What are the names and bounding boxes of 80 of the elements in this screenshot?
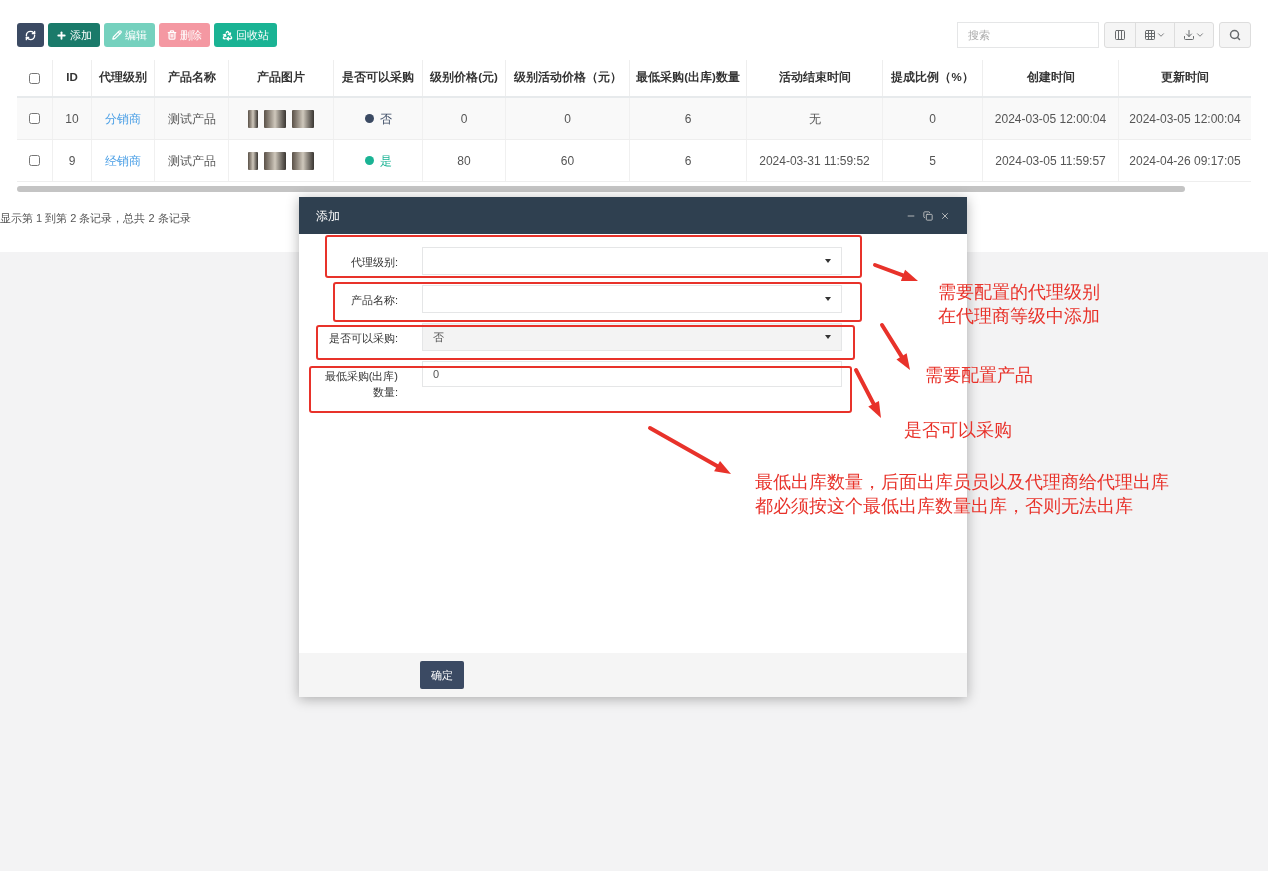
maximize-icon[interactable]: [923, 210, 933, 221]
search-icon: [1229, 29, 1241, 41]
column-header: 最低采购(出库)数量: [636, 69, 740, 86]
field-label: 最低采购(出库)数量:: [323, 369, 398, 400]
column-header: ID: [66, 70, 78, 86]
column-header: 代理级别: [99, 70, 147, 86]
search-button[interactable]: [1219, 22, 1251, 48]
table-cell-text: 5: [929, 152, 936, 170]
recycle-button[interactable]: 回收站: [214, 23, 277, 47]
table-cell-text: 2024-03-05 12:00:04: [1129, 110, 1241, 128]
arrow: [880, 323, 910, 370]
table-cell-text: 0: [564, 110, 571, 128]
column-header: 产品名称: [167, 69, 216, 86]
photo-placeholder: [264, 109, 286, 128]
field-label: 代理级别:: [349, 255, 398, 270]
row-checkbox[interactable]: [29, 155, 40, 166]
table-cell-text: 0: [929, 110, 936, 128]
refresh-button[interactable]: [17, 23, 44, 47]
column-header: 更新时间: [1161, 69, 1209, 86]
arrow: [873, 263, 918, 282]
pencil-icon: [112, 30, 122, 40]
photo-placeholder: [264, 151, 286, 170]
pagination-info: 显示第 1 到第 2 条记录，总共 2 条记录: [0, 211, 191, 226]
column-header: 活动结束时间: [778, 70, 851, 86]
photo-placeholder: [248, 109, 258, 128]
column-header: 级别价格(元): [430, 70, 498, 86]
row-checkbox[interactable]: [29, 113, 40, 124]
annotation-text: 需要配置的代理级别 在代理商等级中添加: [938, 281, 1100, 328]
grid-icon: [1144, 29, 1156, 41]
confirm-button[interactable]: 确定: [420, 661, 464, 689]
column-header: 是否可以采购: [342, 69, 414, 86]
trash-icon: [167, 30, 177, 40]
refresh-icon: [25, 29, 36, 41]
download-icon: [1183, 29, 1195, 41]
annotation-text: 需要配置产品: [925, 364, 1033, 387]
table-cell-text: 9: [68, 152, 76, 170]
table-cell-text: 6: [684, 152, 692, 170]
column-header: 创建时间: [1026, 70, 1075, 86]
column-header: 提成比例（%）: [891, 70, 974, 86]
level-link[interactable]: 经销商: [105, 151, 141, 170]
input-field[interactable]: 0: [422, 361, 842, 387]
caret-icon: [1195, 30, 1205, 40]
table-cell-text: 测试产品: [167, 110, 216, 128]
caret-icon: [825, 297, 831, 301]
select-field[interactable]: [422, 285, 842, 313]
select-all-checkbox[interactable]: [29, 72, 40, 84]
caret-icon: [825, 259, 831, 263]
plus-icon: [56, 29, 67, 41]
table-cell-text: 2024-03-05 11:59:57: [995, 152, 1106, 170]
caret-icon: [1156, 30, 1166, 40]
photo-placeholder: [248, 151, 258, 170]
table-cell-text: 10: [65, 110, 79, 128]
table-cell-text: 测试产品: [167, 152, 216, 170]
photo-placeholder: [292, 109, 314, 128]
photo-placeholder: [292, 151, 314, 170]
add-button[interactable]: 添加: [48, 23, 100, 47]
field-label: 产品名称:: [349, 293, 398, 308]
recycle-icon: [222, 29, 233, 41]
table-cell-text: 2024-03-05 12:00:04: [994, 110, 1107, 128]
arrow: [854, 368, 881, 418]
table-cell-text: 80: [457, 152, 471, 170]
level-link[interactable]: 分销商: [105, 109, 141, 128]
table-cell-text: 60: [560, 152, 575, 170]
dialog-title: 添加: [316, 207, 340, 225]
table-cell-text: 无: [808, 110, 821, 128]
status-label: 是: [379, 152, 392, 170]
close-icon[interactable]: [940, 210, 950, 221]
search-field[interactable]: 搜索: [957, 22, 1099, 48]
caret-icon: [825, 335, 831, 339]
field-label: 是否可以采购:: [327, 331, 398, 346]
annotation-text: 是否可以采购: [904, 419, 1012, 442]
table-cell-text: 6: [684, 110, 692, 128]
table-cell-text: 2024-04-26 09:17:05: [1129, 152, 1241, 170]
annotation-text: 最低出库数量，后面出库员员以及代理商给代理出库 都必须按这个最低出库数量出库，否则无法出库: [755, 471, 1169, 518]
status-label: 否: [379, 110, 392, 128]
column-header: 产品图片: [257, 69, 305, 86]
select-field[interactable]: [422, 247, 842, 275]
column-header: 级别活动价格（元）: [513, 70, 622, 86]
table-cell-text: 2024-03-31 11:59:52: [759, 152, 870, 170]
table-cell-text: 0: [460, 110, 468, 128]
